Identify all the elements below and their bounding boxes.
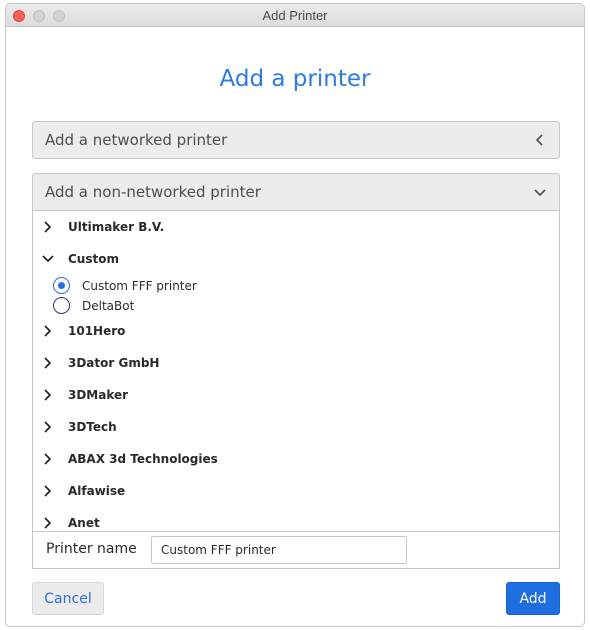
group-label: 3Dator GmbH [68,356,160,370]
radio-button[interactable] [53,297,70,314]
group-label: Anet [68,516,100,530]
group-label: 3DMaker [68,388,129,402]
group-label: 3DTech [68,420,117,434]
cancel-button[interactable]: Cancel [32,582,104,615]
page-title: Add a printer [219,66,371,92]
printer-name-bar: Printer name [33,531,559,568]
chevron-right-icon [44,389,52,401]
chevron-right-icon [44,421,52,433]
group-label: Alfawise [68,484,126,498]
chevron-down-icon [534,189,546,197]
group-label: 101Hero [68,324,126,338]
chevron-right-icon [44,357,52,369]
group-label: Ultimaker B.V. [68,220,165,234]
chevron-down-icon [42,255,54,263]
chevron-right-icon [44,517,52,529]
window-title: Add Printer [262,8,328,23]
add-printer-window: Add Printer Add a printer Add a networke… [5,3,585,627]
option-label: Custom FFF printer [82,279,197,293]
group-label: ABAX 3d Technologies [68,452,218,466]
networked-printer-label: Add a networked printer [45,131,228,149]
chevron-right-icon [44,325,52,337]
non-networked-printer-section[interactable]: Add a non-networked printer [32,173,560,211]
option-label: DeltaBot [82,299,135,313]
printer-list-panel: Ultimaker B.V. Custom Custom FFF printer… [32,211,560,569]
chevron-right-icon [44,453,52,465]
add-button[interactable]: Add [506,582,560,615]
printer-name-input[interactable] [151,536,407,564]
non-networked-printer-label: Add a non-networked printer [45,183,261,201]
title-bar[interactable]: Add Printer [6,4,584,27]
chevron-right-icon [44,221,52,233]
radio-button-checked[interactable] [53,277,70,294]
chevron-left-icon [535,134,543,146]
group-label: Custom [68,252,119,266]
chevron-right-icon [44,485,52,497]
printer-name-label: Printer name [46,541,137,557]
networked-printer-section[interactable]: Add a networked printer [32,121,560,159]
printer-tree[interactable]: Ultimaker B.V. Custom Custom FFF printer… [33,211,559,531]
